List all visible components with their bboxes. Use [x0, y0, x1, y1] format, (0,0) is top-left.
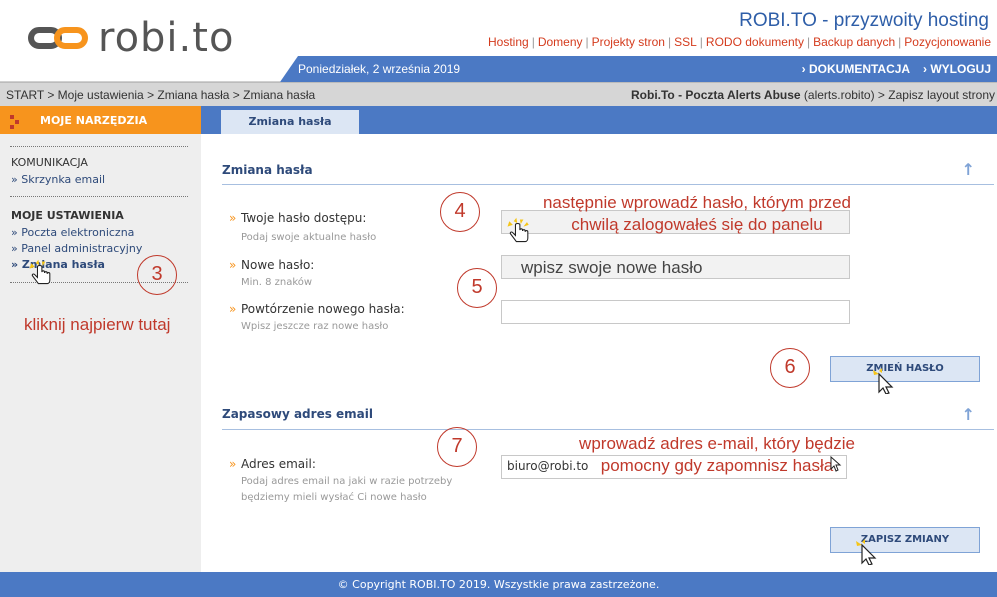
- docs-link[interactable]: › DOKUMENTACJA: [802, 62, 910, 76]
- breadcrumb[interactable]: START > Moje ustawienia > Zmiana hasła >…: [6, 88, 315, 102]
- header: robi.to ROBI.TO - przyzwoity hosting Hos…: [0, 0, 997, 58]
- scroll-top-icon-2[interactable]: ↑: [962, 405, 975, 424]
- sidebar-item-panel[interactable]: » Panel administracyjny: [11, 242, 142, 255]
- sidebar-section-ustawienia: MOJE USTAWIENIA: [11, 209, 124, 222]
- breadcrumb-right: Robi.To - Poczta Alerts Abuse (alerts.ro…: [631, 88, 995, 102]
- site-title: ROBI.TO - przyzwoity hosting: [739, 10, 989, 31]
- save-changes-button[interactable]: ZAPISZ ZMIANY: [830, 527, 980, 553]
- new-password-label: Nowe hasło:: [229, 258, 314, 272]
- scroll-top-icon[interactable]: ↑: [962, 160, 975, 179]
- top-link-rodo[interactable]: RODO dokumenty: [706, 35, 804, 49]
- current-password-label: Twoje hasło dostępu:: [229, 211, 366, 225]
- hand-pointer-icon: [507, 217, 529, 243]
- breadcrumb-bar: START > Moje ustawienia > Zmiana hasła >…: [0, 82, 997, 106]
- step-4-note-line2: chwilą zalogowałeś się do panelu: [571, 215, 823, 234]
- email-label: Adres email:: [229, 457, 316, 471]
- top-link-backup[interactable]: Backup danych: [813, 35, 895, 49]
- arrow-cursor-icon: [830, 456, 842, 472]
- info-bar: Poniedziałek, 2 września 2019 › DOKUMENT…: [0, 56, 997, 82]
- hand-pointer-icon: [29, 259, 51, 285]
- step-3-note: kliknij najpierw tutaj: [24, 315, 171, 334]
- sidebar-section-komunikacja: KOMUNIKACJA: [11, 156, 88, 169]
- main-content: Zmiana hasła ↑ Twoje hasło dostępu: Poda…: [201, 134, 997, 572]
- logo-icon: [28, 21, 92, 55]
- step-4-badge: 4: [440, 192, 480, 232]
- account-detail[interactable]: (alerts.robito) > Zapisz layout strony: [801, 88, 995, 102]
- repeat-password-hint: Wpisz jeszcze raz nowe hasło: [241, 321, 389, 332]
- logout-link[interactable]: › WYLOGUJ: [923, 62, 991, 76]
- step-7-badge: 7: [437, 427, 477, 467]
- top-link-pozycjonowanie[interactable]: Pozycjonowanie: [904, 35, 991, 49]
- tab-zmiana-hasla[interactable]: Zmiana hasła: [221, 110, 359, 134]
- top-link-hosting[interactable]: Hosting: [488, 35, 529, 49]
- step-3-badge: 3: [137, 255, 177, 295]
- sidebar-item-poczta[interactable]: » Poczta elektroniczna: [11, 226, 134, 239]
- tab-bar: Zmiana hasła: [201, 106, 997, 134]
- step-4-note-line1: następnie wprowadź hasło, którym przed: [542, 193, 852, 212]
- step-5-badge: 5: [457, 268, 497, 308]
- footer: © Copyright ROBI.TO 2019. Wszystkie praw…: [0, 572, 997, 597]
- repeat-password-label: Powtórzenie nowego hasła:: [229, 302, 405, 316]
- repeat-password-input[interactable]: [501, 300, 850, 324]
- sidebar-item-skrzynka[interactable]: » Skrzynka email: [11, 173, 105, 186]
- current-password-hint: Podaj swoje aktualne hasło: [241, 232, 377, 243]
- squares-icon: [10, 115, 20, 129]
- arrow-cursor-icon: [856, 539, 877, 565]
- account-name: Robi.To - Poczta Alerts Abuse: [631, 88, 801, 102]
- change-password-button[interactable]: ZMIEŃ HASŁO: [830, 356, 980, 382]
- sidebar: MOJE NARZĘDZIA KOMUNIKACJA » Skrzynka em…: [0, 106, 201, 572]
- arrow-cursor-icon: [873, 368, 894, 394]
- top-link-ssl[interactable]: SSL: [674, 35, 697, 49]
- sidebar-header: MOJE NARZĘDZIA: [0, 106, 201, 134]
- top-nav: Hosting | Domeny | Projekty stron | SSL | RODO d…: [488, 35, 991, 49]
- email-section-title: Zapasowy adres email: [222, 407, 373, 421]
- sidebar-title: MOJE NARZĘDZIA: [40, 114, 148, 127]
- top-link-projekty[interactable]: Projekty stron: [592, 35, 665, 49]
- current-date: Poniedziałek, 2 września 2019: [298, 62, 461, 76]
- password-section-title: Zmiana hasła: [222, 163, 313, 177]
- step-6-badge: 6: [770, 348, 810, 388]
- step-4-note: następnie wprowadź hasło, którym przed c…: [517, 192, 877, 236]
- email-hint: Podaj adres email na jaki w razie potrze…: [241, 476, 453, 503]
- step-5-note: wpisz swoje nowe hasło: [521, 258, 703, 277]
- logo-text: robi.to: [98, 15, 235, 61]
- logo[interactable]: robi.to: [28, 18, 234, 58]
- top-link-domeny[interactable]: Domeny: [538, 35, 583, 49]
- step-7-note-line1: wprowadź adres e-mail, który będzie: [579, 434, 855, 453]
